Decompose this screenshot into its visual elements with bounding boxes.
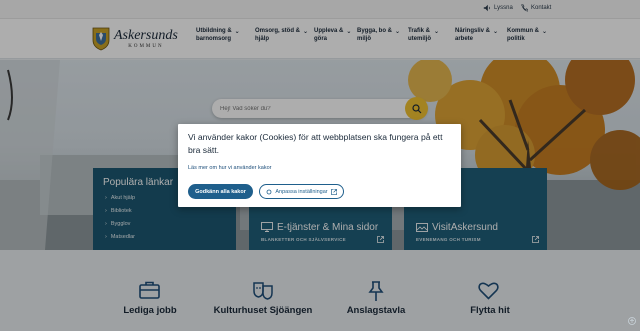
cookie-info-link[interactable]: Läs mer om hur vi använder kakor (188, 165, 271, 171)
cookie-dialog: Vi använder kakor (Cookies) för att webb… (178, 124, 461, 207)
external-link-icon (330, 188, 337, 195)
accept-all-cookies-button[interactable]: Godkänn alla kakor (188, 184, 253, 199)
corner-widget[interactable] (628, 317, 636, 325)
cookie-message: Vi använder kakor (Cookies) för att webb… (188, 132, 443, 155)
customize-label: Anpassa inställningar (275, 188, 328, 195)
customize-cookies-button[interactable]: Anpassa inställningar (259, 184, 344, 199)
settings-icon (266, 189, 272, 194)
accessibility-icon (628, 317, 636, 325)
